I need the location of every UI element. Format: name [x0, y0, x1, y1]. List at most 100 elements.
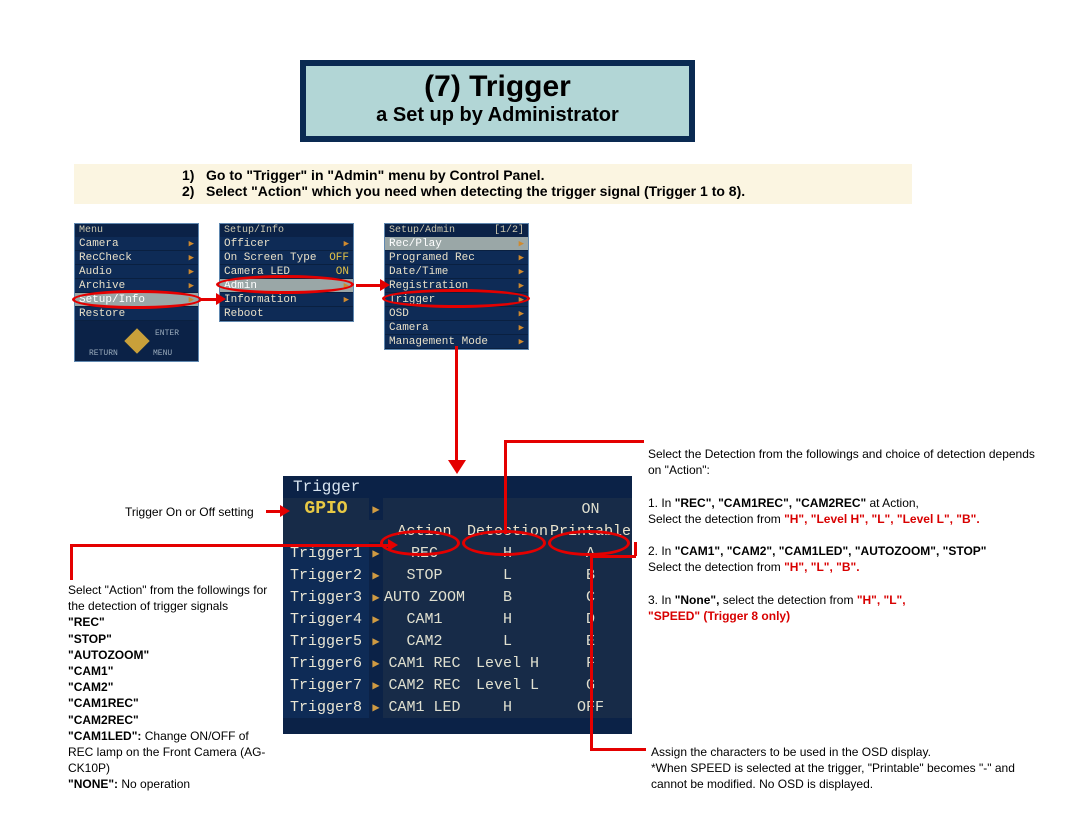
chevron-right-icon: ▶ [519, 253, 524, 263]
trigger-name[interactable]: Trigger6 [283, 652, 369, 674]
trigger-name[interactable]: Trigger5 [283, 630, 369, 652]
trigger-detection[interactable]: L [466, 564, 549, 586]
chevron-right-icon: ▶ [369, 608, 383, 630]
menu1-item[interactable]: Restore [79, 308, 125, 320]
section-subtitle: a Set up by Administrator [306, 104, 689, 127]
action-opt: "STOP" [68, 631, 276, 647]
detection-values: "SPEED" (Trigger 8 only) [648, 608, 1048, 624]
note-text: "REC", "CAM1REC", "CAM2REC" [675, 496, 866, 510]
menu3-item[interactable]: Rec/Play [389, 238, 442, 250]
note-text: 2. In [648, 544, 675, 558]
arrow-line [504, 440, 507, 534]
detection-values: "H", "Level H", "L", "Level L", "B". [784, 512, 980, 526]
note-text: Select the detection from [648, 560, 784, 574]
menu2-item[interactable]: On Screen Type [224, 252, 316, 264]
arrow-head-right-icon [280, 505, 290, 517]
menu3-item[interactable]: Programed Rec [389, 252, 475, 264]
menu3-item[interactable]: Management Mode [389, 336, 488, 348]
trigger-title: Trigger [283, 476, 632, 498]
arrow-line [266, 510, 280, 513]
foot-return: RETURN [89, 349, 118, 358]
highlight-circle [72, 290, 202, 309]
instr-text-1: Go to "Trigger" in "Admin" menu by Contr… [206, 167, 544, 183]
highlight-circle [382, 289, 530, 308]
arrow-head-right-icon [380, 279, 390, 291]
gpio-value[interactable]: ON [549, 498, 632, 520]
note-text: Assign the characters to be used in the … [651, 744, 1021, 760]
note-text: Select "Action" from the followings for … [68, 582, 276, 614]
trigger-action[interactable]: CAM1 [383, 608, 466, 630]
trigger-detection[interactable]: Level H [466, 652, 549, 674]
arrow-line [590, 748, 646, 751]
chevron-right-icon: ▶ [519, 267, 524, 277]
chevron-right-icon: ▶ [519, 323, 524, 333]
trigger-name[interactable]: Trigger4 [283, 608, 369, 630]
trigger-detection[interactable]: H [466, 696, 549, 718]
note-text: *When SPEED is selected at the trigger, … [651, 760, 1021, 792]
chevron-right-icon: ▶ [369, 630, 383, 652]
foot-menu: MENU [153, 349, 172, 358]
chevron-right-icon: ▶ [189, 253, 194, 263]
arrow-head-down-icon [448, 460, 466, 474]
menu2-value: ON [336, 266, 349, 278]
trigger-action[interactable]: CAM1 LED [383, 696, 466, 718]
note-text: No operation [118, 777, 190, 791]
instr-num-2: 2) [182, 183, 206, 199]
arrow-line [455, 346, 458, 461]
trigger-action[interactable]: AUTO ZOOM [383, 586, 466, 608]
menu3-item[interactable]: Camera [389, 322, 429, 334]
trigger-action[interactable]: CAM1 REC [383, 652, 466, 674]
menu-panel-admin: Setup/Admin[1/2] Rec/Play▶ Programed Rec… [384, 223, 529, 350]
trigger-name[interactable]: Trigger7 [283, 674, 369, 696]
instr-text-2: Select "Action" which you need when dete… [206, 183, 745, 199]
chevron-right-icon: ▶ [369, 696, 383, 718]
note-text: Select the detection from [648, 512, 784, 526]
note-text: at Action, [866, 496, 919, 510]
menu3-item[interactable]: OSD [389, 308, 409, 320]
menu3-item[interactable]: Date/Time [389, 266, 448, 278]
menu2-item[interactable]: Officer [224, 238, 270, 250]
arrow-line [70, 544, 390, 547]
menu1-item[interactable]: RecCheck [79, 252, 132, 264]
trigger-detection[interactable]: H [466, 608, 549, 630]
note-detection: Select the Detection from the followings… [648, 446, 1048, 624]
action-opt: "CAM1REC" [68, 695, 276, 711]
arrow-head-right-icon [216, 293, 226, 305]
chevron-right-icon: ▶ [189, 281, 194, 291]
trigger-action[interactable]: CAM2 [383, 630, 466, 652]
arrow-line [200, 298, 216, 301]
menu2-header: Setup/Info [220, 224, 353, 237]
highlight-circle [216, 275, 354, 294]
trigger-detection[interactable]: Level L [466, 674, 549, 696]
trigger-name[interactable]: Trigger8 [283, 696, 369, 718]
trigger-name[interactable]: Trigger2 [283, 564, 369, 586]
note-action-list: Select "Action" from the followings for … [68, 582, 276, 792]
detection-values: "H", "L", [857, 593, 906, 607]
trigger-action[interactable]: STOP [383, 564, 466, 586]
gpio-label[interactable]: GPIO [304, 499, 347, 519]
menu1-item[interactable]: Audio [79, 266, 112, 278]
action-opt: "CAM2" [68, 679, 276, 695]
note-text: 1. In [648, 496, 675, 510]
trigger-name[interactable]: Trigger3 [283, 586, 369, 608]
menu2-item[interactable]: Information [224, 294, 297, 306]
chevron-right-icon: ▶ [344, 295, 349, 305]
menu2-item[interactable]: Reboot [224, 308, 264, 320]
trigger-detection[interactable]: L [466, 630, 549, 652]
trigger-detection[interactable]: B [466, 586, 549, 608]
chevron-right-icon: ▶ [519, 337, 524, 347]
menu2-value: OFF [329, 252, 349, 264]
instruction-band: 1)Go to "Trigger" in "Admin" menu by Con… [74, 164, 912, 204]
note-text: Select the Detection from the followings… [648, 446, 1048, 478]
trigger-action[interactable]: CAM2 REC [383, 674, 466, 696]
note-text: select the detection from [719, 593, 856, 607]
note-printable: Assign the characters to be used in the … [651, 744, 1021, 793]
instr-num-1: 1) [182, 167, 206, 183]
chevron-right-icon: ▶ [369, 564, 383, 586]
chevron-right-icon: ▶ [369, 652, 383, 674]
chevron-right-icon: ▶ [519, 239, 524, 249]
action-opt: "AUTOZOOM" [68, 647, 276, 663]
chevron-right-icon: ▶ [189, 239, 194, 249]
section-title: (7) Trigger [306, 66, 689, 104]
menu1-item[interactable]: Camera [79, 238, 119, 250]
